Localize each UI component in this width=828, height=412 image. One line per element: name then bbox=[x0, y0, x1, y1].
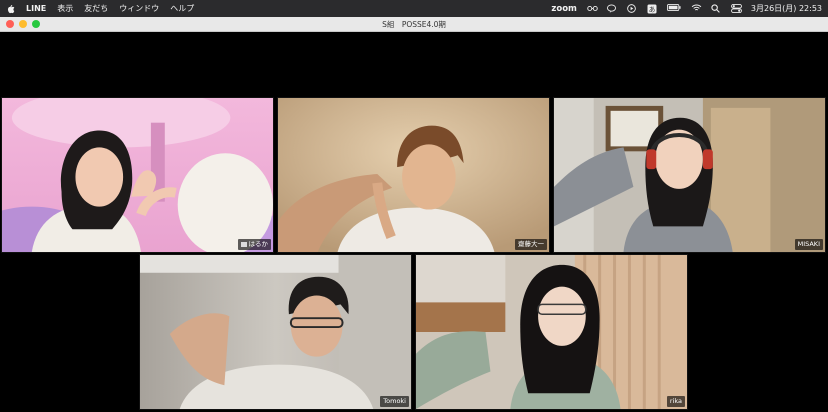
search-icon[interactable] bbox=[711, 4, 721, 13]
wifi-icon[interactable] bbox=[691, 4, 702, 13]
menu-app-line[interactable]: LINE bbox=[26, 4, 46, 13]
glasses-icon[interactable] bbox=[587, 4, 598, 13]
menu-bar: LINE 表示 友だち ウィンドウ ヘルプ zoom あ 3月26日(月) 22… bbox=[0, 0, 828, 17]
keyboard-input-icon[interactable]: あ bbox=[647, 4, 657, 14]
zoom-status-item[interactable]: zoom bbox=[551, 4, 576, 14]
apple-icon[interactable] bbox=[6, 4, 15, 14]
menu-friends[interactable]: 友だち bbox=[84, 3, 108, 14]
participant-name-1: はるか bbox=[248, 240, 269, 248]
participant-name-2: 齋藤大一 bbox=[518, 240, 544, 248]
participant-name-tag-1: はるか bbox=[237, 239, 271, 250]
battery-icon[interactable] bbox=[666, 4, 681, 13]
control-center-icon[interactable] bbox=[730, 4, 742, 13]
menu-bar-left: LINE 表示 友だち ウィンドウ ヘルプ bbox=[6, 3, 194, 14]
participant-name-3: MISAKI bbox=[797, 240, 820, 248]
participant-name-5: rika bbox=[669, 397, 682, 405]
menu-view[interactable]: 表示 bbox=[57, 3, 73, 14]
participant-video-5 bbox=[416, 255, 687, 409]
menu-window[interactable]: ウィンドウ bbox=[119, 3, 159, 14]
menu-bar-clock[interactable]: 3月26日(月) 22:53 bbox=[751, 3, 822, 14]
video-tile-3[interactable]: MISAKI bbox=[553, 97, 826, 253]
video-tile-1[interactable]: はるか bbox=[1, 97, 274, 253]
video-tile-2[interactable]: 齋藤大一 bbox=[277, 97, 550, 253]
participant-video-1 bbox=[2, 98, 273, 252]
play-icon[interactable] bbox=[627, 4, 637, 13]
flag-icon bbox=[240, 241, 247, 247]
participant-name-4: Tomoki bbox=[383, 397, 406, 405]
window-title-bar[interactable]: S組 POSSE4.0期 bbox=[0, 17, 828, 32]
participant-video-3 bbox=[554, 98, 825, 252]
participant-name-tag-5: rika bbox=[666, 396, 685, 407]
participant-video-4 bbox=[140, 255, 411, 409]
participant-name-tag-2: 齋藤大一 bbox=[515, 239, 547, 250]
video-tile-5[interactable]: rika bbox=[415, 254, 688, 410]
video-tile-4[interactable]: Tomoki bbox=[139, 254, 412, 410]
participant-video-2 bbox=[278, 98, 549, 252]
participant-name-tag-4: Tomoki bbox=[380, 396, 409, 407]
window-title: S組 POSSE4.0期 bbox=[382, 20, 446, 29]
menu-bar-right: zoom あ 3月26日(月) 22:53 bbox=[551, 3, 822, 14]
line-icon[interactable] bbox=[606, 4, 617, 13]
menu-help[interactable]: ヘルプ bbox=[170, 3, 194, 14]
participant-name-tag-3: MISAKI bbox=[794, 239, 823, 250]
svg-text:あ: あ bbox=[649, 6, 656, 14]
